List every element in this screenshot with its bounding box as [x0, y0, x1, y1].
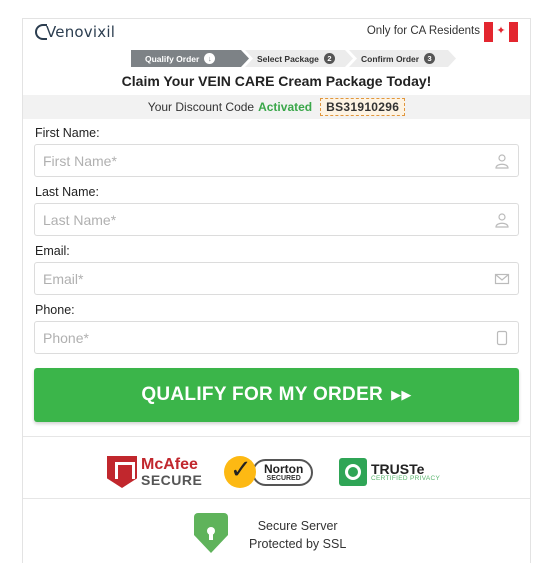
ssl-lock-shield-icon	[194, 513, 228, 553]
email-input[interactable]	[35, 263, 518, 294]
norton-text: Norton	[264, 461, 304, 476]
page-headline: Claim Your VEIN CARE Cream Package Today…	[121, 73, 432, 89]
phone-icon	[496, 330, 508, 346]
qualify-order-button[interactable]: QUALIFY FOR MY ORDER ▶▶	[34, 368, 519, 422]
last-name-input[interactable]	[35, 204, 518, 235]
mcafee-secure-badge: McAfee SECURE	[107, 454, 202, 490]
step-down-arrow-icon: ↓	[204, 53, 215, 64]
first-name-field[interactable]	[34, 144, 519, 177]
ssl-line1: Secure Server	[257, 519, 338, 533]
step-confirm-order: Confirm Order 3	[349, 50, 456, 67]
step-select-package: Select Package 2	[245, 50, 353, 67]
header: Venovixil Only for CA Residents ✦	[23, 19, 530, 47]
logo-text: Venovixil	[46, 23, 116, 41]
discount-status: Activated	[258, 100, 313, 114]
discount-code: BS31910296	[320, 98, 406, 116]
brand-logo: Venovixil	[35, 23, 115, 41]
norton-secured-badge: Norton SECURED	[224, 454, 314, 490]
last-name-label: Last Name:	[35, 185, 99, 199]
divider	[23, 498, 530, 499]
mcafee-text: McAfee	[141, 456, 198, 473]
last-name-field[interactable]	[34, 203, 519, 236]
phone-label: Phone:	[35, 303, 75, 317]
double-arrow-icon: ▶▶	[391, 387, 412, 402]
canada-flag-icon: ✦	[484, 22, 518, 42]
mcafee-shield-icon	[107, 456, 137, 488]
user-icon	[495, 154, 509, 169]
discount-prefix: Your Discount Code	[147, 100, 255, 114]
first-name-input[interactable]	[35, 145, 518, 176]
email-label: Email:	[35, 244, 70, 258]
user-icon	[495, 213, 509, 228]
envelope-icon	[494, 273, 510, 285]
residents-notice: Only for CA Residents	[366, 25, 480, 37]
step-label: Select Package	[257, 53, 319, 64]
checkout-steps: Qualify Order ↓ Select Package 2 Confirm…	[131, 50, 452, 67]
phone-field[interactable]	[34, 321, 519, 354]
first-name-label: First Name:	[35, 126, 100, 140]
ssl-notice: Secure Server Protected by SSL	[249, 517, 346, 553]
truste-certified-text: CERTIFIED PRIVACY	[371, 474, 441, 482]
phone-input[interactable]	[35, 322, 518, 353]
step-number: 2	[324, 53, 335, 64]
truste-text: TRUSTe	[371, 460, 425, 477]
truste-badge: TRUSTe CERTIFIED PRIVACY	[339, 454, 440, 490]
norton-check-icon	[224, 454, 256, 488]
email-field[interactable]	[34, 262, 519, 295]
ssl-line2: Protected by SSL	[249, 537, 347, 552]
step-label: Qualify Order	[145, 53, 200, 64]
qualify-button-label: QUALIFY FOR MY ORDER	[141, 384, 384, 405]
step-label: Confirm Order	[361, 53, 420, 64]
mcafee-secure-text: SECURE	[141, 472, 203, 488]
truste-icon	[339, 458, 367, 486]
divider	[23, 436, 530, 437]
discount-banner: Your Discount Code Activated BS31910296	[23, 95, 530, 119]
checkout-frame: Venovixil Only for CA Residents ✦ Qualif…	[22, 18, 531, 563]
norton-secured-text: SECURED	[266, 474, 301, 482]
step-number: 3	[424, 53, 435, 64]
step-qualify-order: Qualify Order ↓	[131, 50, 249, 67]
